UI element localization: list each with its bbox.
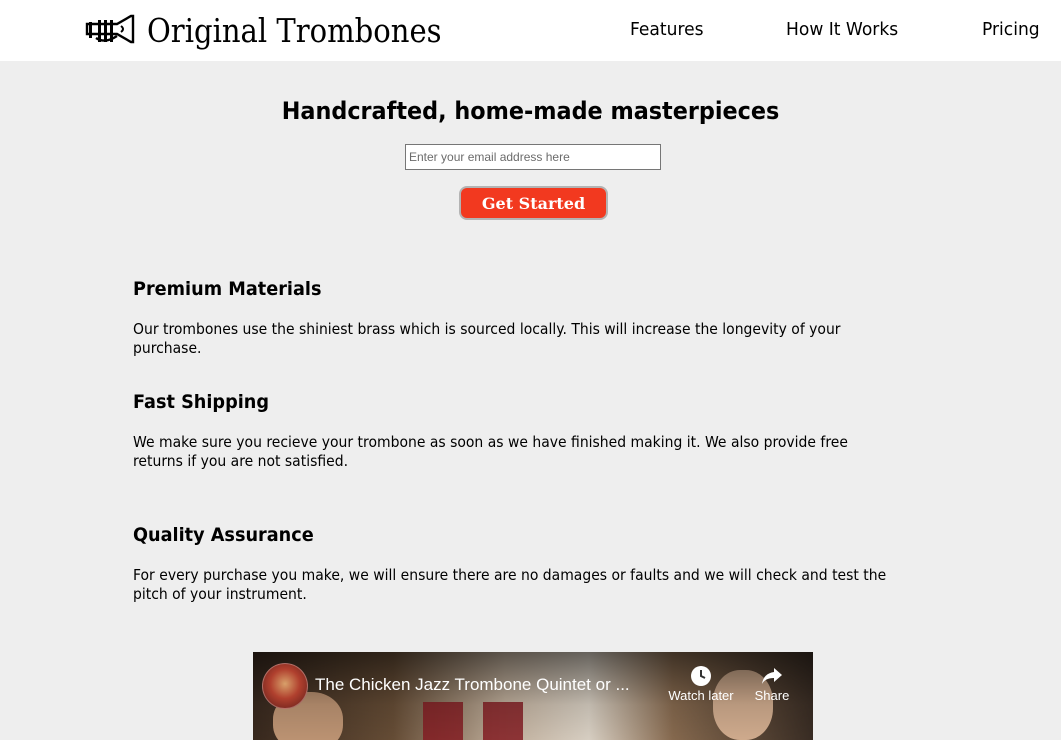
brand-logo[interactable]: Original Trombones bbox=[85, 10, 482, 50]
video-embed[interactable]: The Chicken Jazz Trombone Quintet or ...… bbox=[253, 652, 813, 740]
share-arrow-icon bbox=[749, 664, 795, 688]
nav-link-features[interactable]: Features bbox=[630, 19, 704, 40]
feature-title-premium-materials: Premium Materials bbox=[133, 278, 322, 300]
feature-text-premium-materials: Our trombones use the shiniest brass whi… bbox=[133, 320, 841, 357]
feature-title-quality-assurance: Quality Assurance bbox=[133, 524, 314, 546]
share-button[interactable]: Share bbox=[749, 664, 795, 703]
feature-title-fast-shipping: Fast Shipping bbox=[133, 391, 270, 413]
hero-title: Handcrafted, home-made masterpieces bbox=[281, 97, 780, 125]
site-header: Original Trombones Features How It Works… bbox=[0, 0, 1061, 61]
feature-text-quality-assurance: For every purchase you make, we will ens… bbox=[133, 566, 887, 603]
feature-text-fast-shipping: We make sure you recieve your trombone a… bbox=[133, 433, 848, 470]
trumpet-logo-icon bbox=[85, 14, 137, 46]
watch-later-button[interactable]: Watch later bbox=[663, 664, 739, 703]
get-started-button[interactable]: Get Started bbox=[459, 186, 608, 220]
watch-later-label: Watch later bbox=[668, 688, 734, 703]
clock-icon bbox=[663, 664, 739, 688]
brand-name: Original Trombones bbox=[147, 10, 442, 50]
video-title[interactable]: The Chicken Jazz Trombone Quintet or ... bbox=[315, 675, 630, 695]
nav-link-how-it-works[interactable]: How It Works bbox=[786, 19, 898, 40]
email-input[interactable] bbox=[405, 144, 661, 170]
channel-avatar[interactable] bbox=[262, 663, 308, 709]
nav-link-pricing[interactable]: Pricing bbox=[982, 19, 1040, 40]
share-label: Share bbox=[754, 688, 790, 703]
